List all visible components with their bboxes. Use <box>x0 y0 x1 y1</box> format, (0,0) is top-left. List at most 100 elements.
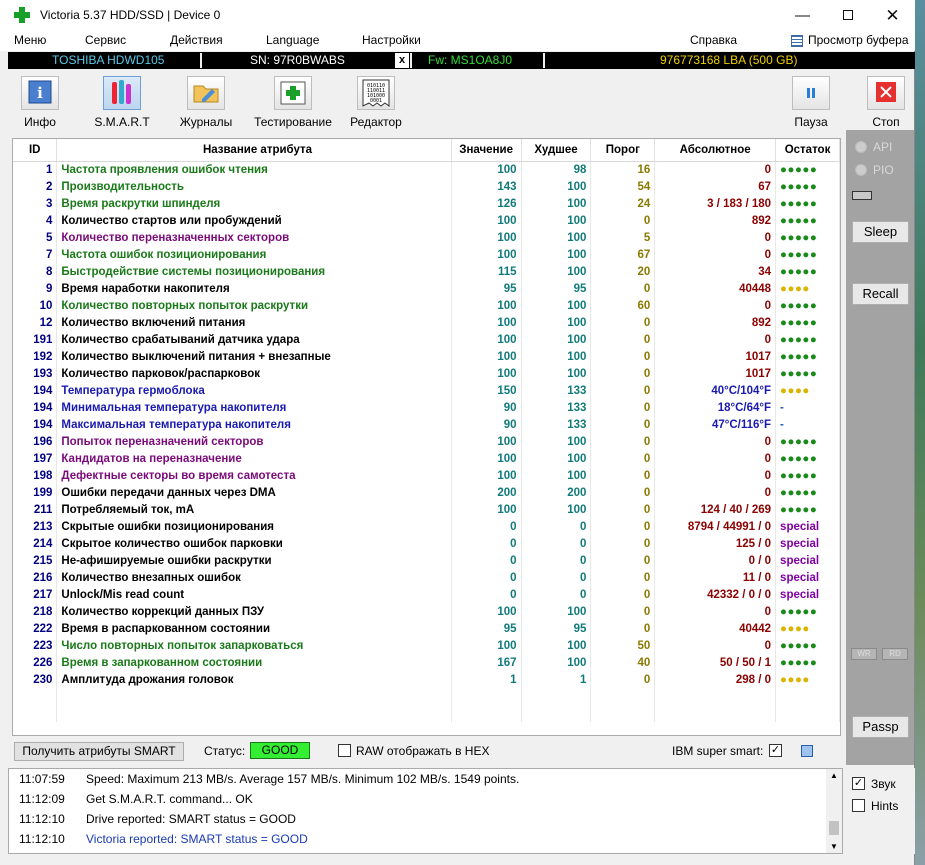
attr-raw: 0 <box>654 637 777 654</box>
color-indicator[interactable] <box>801 745 813 757</box>
clear-device-button[interactable]: x <box>395 53 409 68</box>
scroll-thumb[interactable] <box>829 821 839 835</box>
column-id[interactable]: ID <box>13 139 58 162</box>
table-row[interactable]: 5 Количество переназначенных секторов 100 1… <box>13 229 840 246</box>
scroll-down-icon[interactable]: ▼ <box>830 842 838 851</box>
table-row[interactable]: 1 Частота проявления ошибок чтения 100 98 16… <box>13 161 840 178</box>
table-row[interactable]: 226 Время в запаркованном состоянии 167 100… <box>13 654 840 671</box>
table-row[interactable]: 7 Частота ошибок позиционирования 100 100 67… <box>13 246 840 263</box>
menu-item-menu[interactable]: Меню <box>14 33 46 47</box>
log-row: 11:12:10 Victoria reported: SMART status… <box>9 829 827 849</box>
logs-button[interactable]: Журналы <box>176 76 236 129</box>
column-value[interactable]: Значение <box>451 139 522 162</box>
options-panel: ✓ Звук Hints <box>846 768 915 854</box>
minimize-button[interactable]: — <box>780 0 825 31</box>
attr-name: Ошибки передачи данных через DMA <box>56 484 452 501</box>
attr-raw: 8794 / 44991 / 0 <box>654 518 777 535</box>
raw-hex-checkbox[interactable] <box>338 744 351 757</box>
table-row[interactable]: 12 Количество включений питания 100 100 0 892… <box>13 314 840 331</box>
empty-row <box>13 688 840 705</box>
menu-item-actions[interactable]: Действия <box>170 33 223 47</box>
table-row[interactable]: 222 Время в распаркованном состоянии 95 95 0… <box>13 620 840 637</box>
table-row[interactable]: 9 Время наработки накопителя 95 95 0 40448 ●●●… <box>13 280 840 297</box>
attr-worst: 100 <box>521 297 592 314</box>
table-row[interactable]: 230 Амплитуда дрожания головок 1 1 0 298 / 0 ●… <box>13 671 840 688</box>
table-row[interactable]: 194 Температура гермоблока 150 133 0 40°C/104… <box>13 382 840 399</box>
table-row[interactable]: 218 Количество коррекций данных ПЗУ 100 100… <box>13 603 840 620</box>
column-threshold[interactable]: Порог <box>590 139 656 162</box>
testing-button[interactable]: Тестирование <box>251 76 335 129</box>
table-row[interactable]: 194 Минимальная температура накопителя 90 1… <box>13 399 840 416</box>
svg-text:i: i <box>37 84 43 102</box>
attr-threshold: 50 <box>590 637 656 654</box>
editor-button[interactable]: 010110 110011 101000 0001 Редактор <box>346 76 406 129</box>
attr-worst: 100 <box>521 246 592 263</box>
attr-id: 226 <box>13 654 58 671</box>
menu-item-help[interactable]: Справка <box>690 33 737 47</box>
column-worst[interactable]: Худшее <box>521 139 592 162</box>
drive-model[interactable]: TOSHIBA HDWD105 <box>52 53 164 67</box>
table-row[interactable]: 215 Не-афишируемые ошибки раскрутки 0 0 0 0 /… <box>13 552 840 569</box>
attr-id: 8 <box>13 263 58 280</box>
log-scrollbar[interactable]: ▲ ▼ <box>826 769 842 853</box>
sound-checkbox[interactable]: ✓ <box>852 777 865 790</box>
empty-cell <box>451 705 522 722</box>
table-row[interactable]: 191 Количество срабатываний датчика удара… <box>13 331 840 348</box>
hints-checkbox[interactable] <box>852 799 865 812</box>
table-row[interactable]: 3 Время раскрутки шпинделя 126 100 24 3 / 183… <box>13 195 840 212</box>
sleep-button[interactable]: Sleep <box>852 221 909 243</box>
attr-threshold: 0 <box>590 348 656 365</box>
table-row[interactable]: 4 Количество стартов или пробуждений 100 10… <box>13 212 840 229</box>
table-row[interactable]: 10 Количество повторных попыток раскрутки… <box>13 297 840 314</box>
get-smart-button[interactable]: Получить атрибуты SMART <box>14 742 184 761</box>
table-row[interactable]: 223 Число повторных попыток запарковаться… <box>13 637 840 654</box>
passp-button[interactable]: Passp <box>852 716 909 738</box>
log-row: 11:07:59 Speed: Maximum 213 MB/s. Averag… <box>9 769 827 789</box>
menu-item-service[interactable]: Сервис <box>85 33 126 47</box>
table-row[interactable]: 8 Быстродействие системы позиционирования… <box>13 263 840 280</box>
column-raw[interactable]: Абсолютное <box>654 139 777 162</box>
stop-button[interactable]: Стоп <box>858 76 914 129</box>
sound-label: Звук <box>871 777 896 791</box>
scroll-up-icon[interactable]: ▲ <box>830 771 838 780</box>
ibm-smart-checkbox[interactable]: ✓ <box>769 744 782 757</box>
close-button[interactable]: ✕ <box>870 0 915 31</box>
drive-capacity: 976773168 LBA (500 GB) <box>660 53 798 67</box>
table-row[interactable]: 194 Максимальная температура накопителя 90… <box>13 416 840 433</box>
table-row[interactable]: 198 Дефектные секторы во время самотеста 1… <box>13 467 840 484</box>
table-row[interactable]: 213 Скрытые ошибки позиционирования 0 0 0 879… <box>13 518 840 535</box>
table-row[interactable]: 199 Ошибки передачи данных через DMA 200 20… <box>13 484 840 501</box>
table-row[interactable]: 2 Производительность 143 100 54 67 ●●●●● <box>13 178 840 195</box>
smart-button[interactable]: S.M.A.R.T <box>94 76 150 129</box>
menu-item-language[interactable]: Language <box>266 33 319 47</box>
log-panel[interactable]: 11:07:59 Speed: Maximum 213 MB/s. Averag… <box>8 768 843 854</box>
pio-radio[interactable] <box>855 164 867 176</box>
table-row[interactable]: 214 Скрытое количество ошибок парковки 0 0 0… <box>13 535 840 552</box>
recall-button[interactable]: Recall <box>852 283 909 305</box>
menu-item-settings[interactable]: Настройки <box>362 33 421 47</box>
table-row[interactable]: 193 Количество парковок/распарковок 100 100… <box>13 365 840 382</box>
attr-remaining: ●●●●● <box>775 161 840 178</box>
attr-name: Быстродействие системы позиционирования <box>56 263 452 280</box>
pause-label: Пауза <box>794 115 828 129</box>
smart-attributes-table[interactable]: ID Название атрибута Значение Худшее Пор… <box>12 138 841 736</box>
table-row[interactable]: 211 Потребляемый ток, mA 100 100 0 124 / 40 /… <box>13 501 840 518</box>
column-remaining[interactable]: Остаток <box>775 139 840 162</box>
table-row[interactable]: 217 Unlock/Mis read count 0 0 0 42332 / 0 / 0… <box>13 586 840 603</box>
column-name[interactable]: Название атрибута <box>56 139 452 162</box>
attr-raw: 0 <box>654 603 777 620</box>
table-row[interactable]: 197 Кандидатов на переназначение 100 100 0 0 ●… <box>13 450 840 467</box>
attr-threshold: 60 <box>590 297 656 314</box>
api-radio[interactable] <box>855 141 867 153</box>
app-window: Victoria 5.37 HDD/SSD | Device 0 — ✕ Мен… <box>0 0 915 865</box>
attr-worst: 100 <box>521 654 592 671</box>
maximize-button[interactable] <box>825 0 870 31</box>
attr-name: Минимальная температура накопителя <box>56 399 452 416</box>
pause-button[interactable]: Пауза <box>783 76 839 129</box>
info-button[interactable]: i Инфо <box>12 76 68 129</box>
table-row[interactable]: 216 Количество внезапных ошибок 0 0 0 11 / 0s… <box>13 569 840 586</box>
menu-item-buffer[interactable]: Просмотр буфера <box>808 33 909 47</box>
table-row[interactable]: 192 Количество выключений питания + внеза… <box>13 348 840 365</box>
table-row[interactable]: 196 Попыток переназначений секторов 100 100… <box>13 433 840 450</box>
attr-value: 100 <box>451 331 522 348</box>
